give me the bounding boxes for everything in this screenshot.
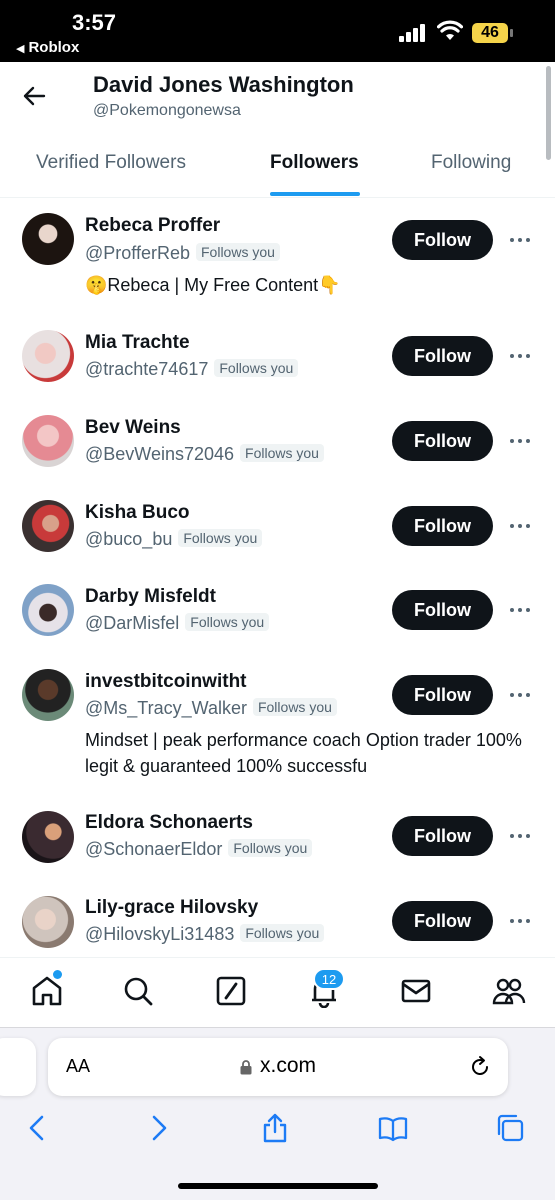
follower-name[interactable]: investbitcoinwitht: [85, 671, 247, 693]
follows-you-badge: Follows you: [178, 529, 263, 547]
follower-name[interactable]: Darby Misfeldt: [85, 586, 216, 608]
home-notification-dot: [53, 970, 62, 979]
cell-signal-icon: [399, 24, 429, 42]
back-app-label: Roblox: [28, 39, 80, 56]
handle-text[interactable]: @BevWeins72046: [85, 444, 234, 464]
follow-button[interactable]: Follow: [392, 901, 493, 941]
follower-name[interactable]: Mia Trachte: [85, 332, 190, 354]
browser-toolbar: AA x.com: [0, 1027, 555, 1200]
avatar[interactable]: [22, 415, 74, 467]
follower-handle[interactable]: @HilovskyLi31483 Follows you: [85, 924, 325, 945]
browser-forward-icon[interactable]: [142, 1112, 174, 1144]
more-options-icon[interactable]: [510, 832, 532, 840]
share-icon[interactable]: [259, 1112, 291, 1144]
follow-button[interactable]: Follow: [392, 506, 493, 546]
handle-text[interactable]: @SchonaerEldor: [85, 839, 222, 859]
follows-you-badge: Follows you: [196, 243, 280, 261]
bottom-nav: 12: [0, 957, 555, 1027]
more-options-icon[interactable]: [510, 236, 532, 244]
avatar[interactable]: [22, 330, 74, 382]
follower-handle[interactable]: @buco_bu Follows you: [85, 529, 263, 550]
handle-text[interactable]: @HilovskyLi31483: [85, 924, 234, 944]
more-options-icon[interactable]: [510, 917, 532, 925]
reader-settings-button[interactable]: AA: [66, 1056, 90, 1077]
grok-icon[interactable]: [214, 974, 248, 1008]
back-triangle-icon: ◀: [16, 43, 25, 55]
more-options-icon[interactable]: [510, 606, 532, 614]
communities-icon[interactable]: [492, 974, 526, 1008]
follower-name[interactable]: Lily-grace Hilovsky: [85, 897, 258, 919]
browser-back-icon[interactable]: [22, 1112, 54, 1144]
battery-icon: 46: [472, 23, 508, 43]
follows-you-badge: Follows you: [185, 613, 270, 631]
mail-icon[interactable]: [399, 974, 433, 1008]
previous-tab-card[interactable]: [0, 1038, 36, 1096]
more-options-icon[interactable]: [510, 437, 532, 445]
handle-text[interactable]: @trachte74617: [85, 359, 208, 379]
back-to-app-link[interactable]: ◀ Roblox: [16, 39, 79, 56]
more-options-icon[interactable]: [510, 352, 532, 360]
more-options-icon[interactable]: [510, 691, 532, 699]
more-options-icon[interactable]: [510, 522, 532, 530]
active-tab-indicator: [270, 192, 360, 196]
follower-handle[interactable]: @ProfferReb Follows you: [85, 243, 280, 264]
status-time: 3:57: [72, 10, 117, 35]
handle-text[interactable]: @ProfferReb: [85, 243, 190, 263]
profile-handle: @Pokemongonewsa: [93, 102, 241, 119]
follow-button[interactable]: Follow: [392, 590, 493, 630]
follow-button[interactable]: Follow: [392, 336, 493, 376]
follower-name[interactable]: Eldora Schonaerts: [85, 812, 253, 834]
search-icon[interactable]: [121, 974, 155, 1008]
follower-name[interactable]: Kisha Buco: [85, 502, 190, 524]
tabs-icon[interactable]: [494, 1112, 526, 1144]
battery-nub: [510, 29, 513, 37]
follow-button[interactable]: Follow: [392, 220, 493, 260]
follow-button[interactable]: Follow: [392, 816, 493, 856]
reload-icon[interactable]: [468, 1055, 492, 1079]
avatar[interactable]: [22, 584, 74, 636]
follow-button[interactable]: Follow: [392, 421, 493, 461]
tab-followers[interactable]: Followers: [270, 152, 359, 174]
follower-handle[interactable]: @trachte74617 Follows you: [85, 359, 299, 380]
follows-you-badge: Follows you: [214, 359, 299, 377]
follower-bio: Mindset | peak performance coach Option …: [85, 730, 522, 776]
follows-you-badge: Follows you: [252, 698, 337, 716]
home-icon[interactable]: [30, 974, 64, 1008]
home-indicator[interactable]: [178, 1183, 378, 1189]
avatar[interactable]: [22, 811, 74, 863]
lock-icon: [240, 1060, 252, 1075]
url-text[interactable]: x.com: [260, 1054, 316, 1078]
profile-name: David Jones Washington: [93, 72, 354, 97]
followers-list: Rebeca Proffer @ProfferReb Follows you 🤫R…: [0, 199, 555, 957]
follower-handle[interactable]: @DarMisfel Follows you: [85, 613, 270, 634]
follows-you-badge: Follows you: [228, 839, 313, 857]
follower-bio: 🤫Rebeca | My Free Content👇: [85, 275, 341, 295]
profile-header: David Jones Washington @Pokemongonewsa: [0, 62, 555, 134]
status-bar: 3:57 ◀ Roblox 46: [0, 0, 555, 62]
follower-handle[interactable]: @Ms_Tracy_Walker Follows you: [85, 698, 337, 719]
tab-following[interactable]: Following: [431, 152, 511, 174]
follower-name[interactable]: Bev Weins: [85, 417, 181, 439]
avatar[interactable]: [22, 213, 74, 265]
avatar[interactable]: [22, 669, 74, 721]
avatar[interactable]: [22, 896, 74, 948]
handle-text[interactable]: @buco_bu: [85, 529, 172, 549]
bookmarks-icon[interactable]: [377, 1112, 409, 1144]
follows-you-badge: Follows you: [240, 444, 324, 462]
tab-verified-followers[interactable]: Verified Followers: [36, 152, 186, 174]
follower-name[interactable]: Rebeca Proffer: [85, 215, 220, 237]
follower-handle[interactable]: @BevWeins72046 Follows you: [85, 444, 324, 465]
handle-text[interactable]: @Ms_Tracy_Walker: [85, 698, 247, 718]
address-bar[interactable]: AA x.com: [48, 1038, 508, 1096]
notification-count-badge: 12: [313, 968, 345, 990]
follows-you-badge: Follows you: [240, 924, 325, 942]
avatar[interactable]: [22, 500, 74, 552]
back-arrow-icon[interactable]: [20, 82, 48, 110]
follower-tabs: Verified Followers Followers Following: [0, 134, 555, 198]
follow-button[interactable]: Follow: [392, 675, 493, 715]
follower-handle[interactable]: @SchonaerEldor Follows you: [85, 839, 313, 860]
handle-text[interactable]: @DarMisfel: [85, 613, 179, 633]
wifi-icon: [437, 20, 463, 40]
